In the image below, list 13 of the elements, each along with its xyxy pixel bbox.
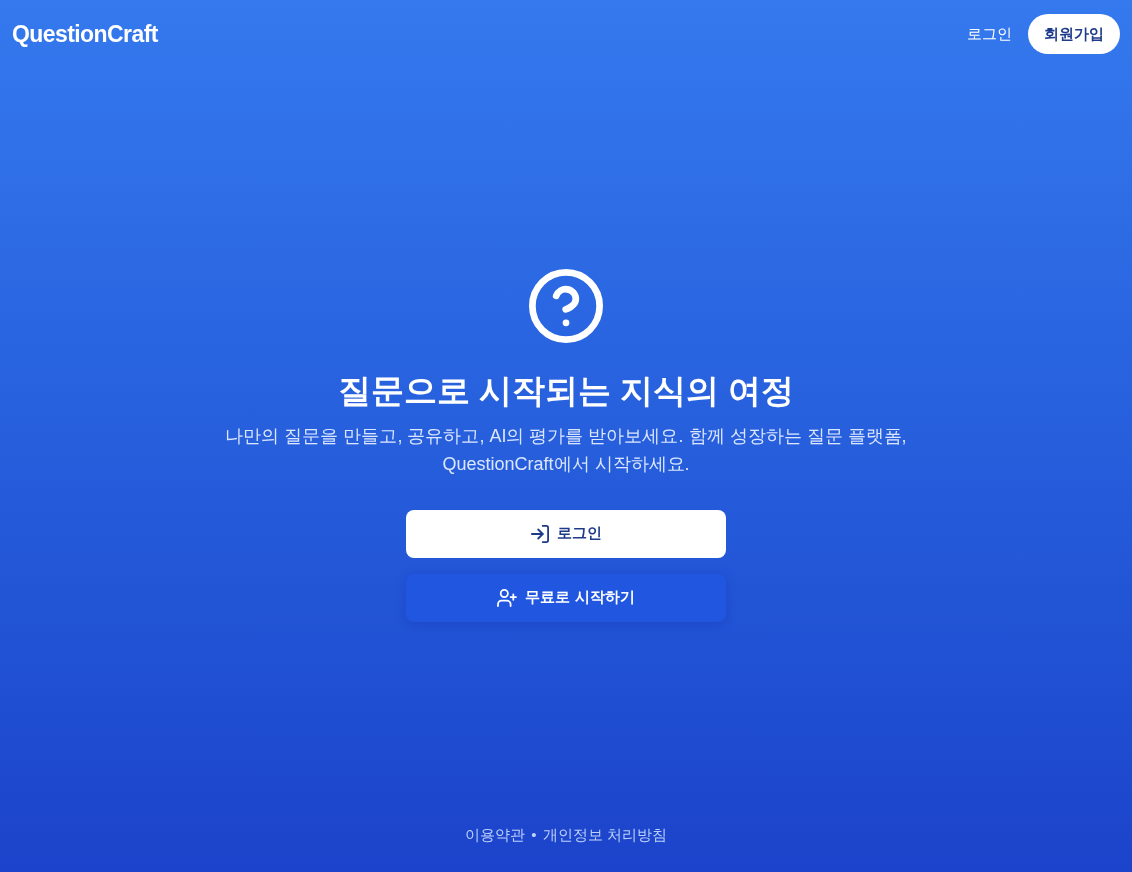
start-free-button[interactable]: 무료로 시작하기 bbox=[406, 573, 726, 622]
login-button[interactable]: 로그인 bbox=[406, 509, 726, 558]
signup-button[interactable]: 회원가입 bbox=[1028, 14, 1120, 54]
login-link[interactable]: 로그인 bbox=[967, 22, 1012, 46]
hero-subtitle: 나만의 질문을 만들고, 공유하고, AI의 평가를 받아보세요. 함께 성장하는 질문 플랫폼, QuestionCraft에서 시작하세요. bbox=[225, 424, 907, 476]
login-arrow-icon bbox=[530, 524, 549, 543]
app-logo[interactable]: QuestionCraft bbox=[12, 16, 158, 52]
privacy-link[interactable]: 개인정보 처리방침 bbox=[542, 824, 667, 847]
help-circle-icon bbox=[529, 268, 603, 343]
user-plus-icon bbox=[497, 588, 518, 607]
hero-title: 질문으로 시작되는 지식의 여정 bbox=[337, 370, 795, 411]
separator-dot: • bbox=[531, 825, 537, 845]
terms-link[interactable]: 이용약관 bbox=[465, 824, 526, 847]
